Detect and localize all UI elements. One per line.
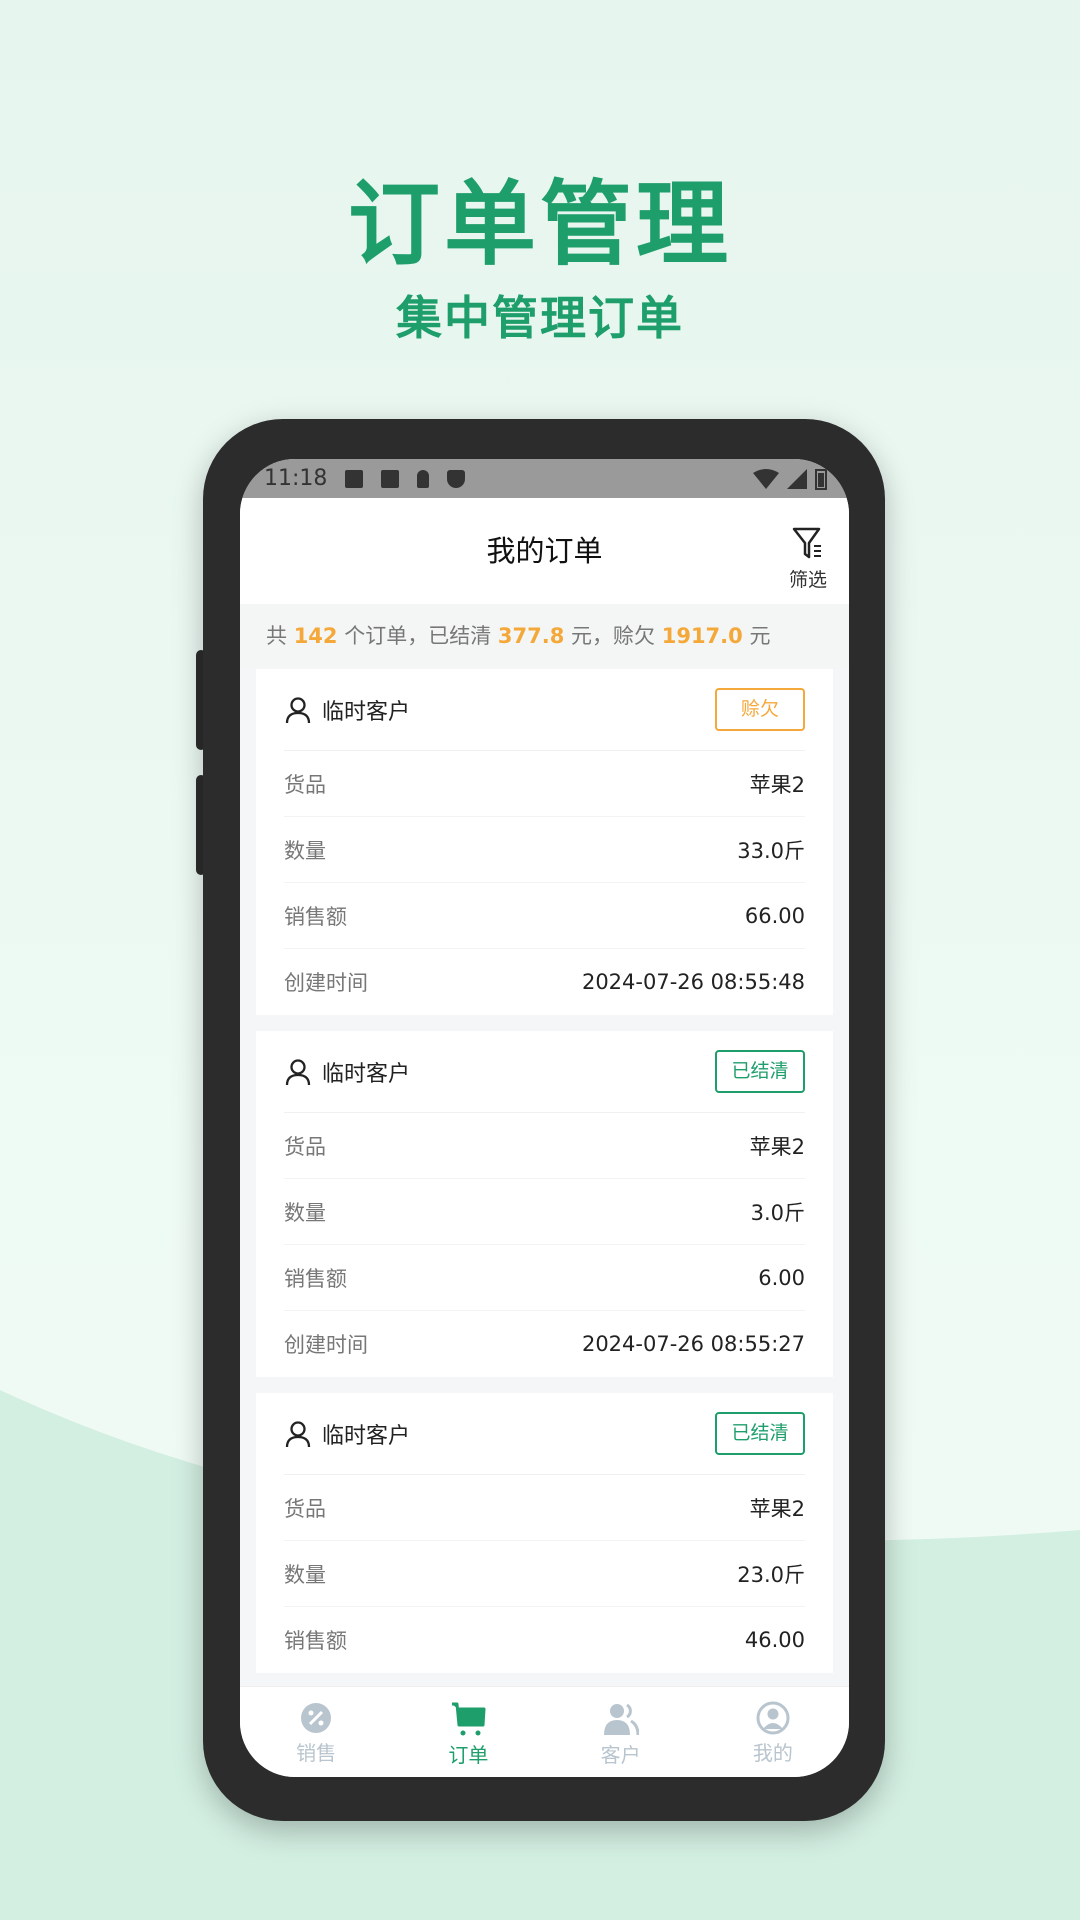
field-value: 6.00 <box>758 1265 805 1290</box>
field-value: 2024-07-26 08:55:27 <box>581 1332 805 1356</box>
field-value: 苹果2 <box>749 1496 805 1521</box>
order-field-amount: 销售额 66.00 <box>284 883 805 949</box>
status-badge: 已结清 <box>715 1412 805 1455</box>
nav-label: 客户 <box>600 1743 641 1767</box>
order-field-goods: 货品 苹果2 <box>284 751 805 817</box>
field-label: 销售额 <box>284 904 347 929</box>
bottom-nav: 销售 订单 客户 我的 <box>240 1686 849 1777</box>
order-count: 142 <box>293 624 338 648</box>
status-time: 11:18 <box>264 466 328 491</box>
field-value: 2024-07-26 08:55:48 <box>581 970 805 994</box>
summary-text: 元 <box>749 624 771 648</box>
status-badge: 已结清 <box>715 1050 805 1093</box>
order-field-qty: 数量 23.0斤 <box>284 1541 805 1607</box>
promo-title: 订单管理 <box>347 171 732 278</box>
order-field-created: 创建时间 2024-07-26 08:55:48 <box>284 949 805 1015</box>
order-field-goods: 货品 苹果2 <box>284 1475 805 1541</box>
customers-icon <box>603 1703 639 1736</box>
field-label: 货品 <box>284 772 326 797</box>
filter-icon <box>792 527 821 559</box>
order-card-header: 临时客户 赊欠 <box>284 669 805 751</box>
field-label: 货品 <box>284 1496 326 1521</box>
discount-badge-icon <box>301 1703 332 1733</box>
summary-text: 个订单，已结清 <box>344 624 492 648</box>
field-value: 33.0斤 <box>737 838 805 863</box>
nav-customers[interactable]: 客户 <box>545 1687 697 1777</box>
field-label: 销售额 <box>284 1629 347 1653</box>
order-card[interactable]: 临时客户 赊欠货品 苹果2 数量 33.0斤销售额 66.00 创建时间 2024-07-2… <box>256 669 833 1015</box>
battery-icon <box>815 468 827 490</box>
user-icon <box>285 1058 311 1085</box>
profile-icon <box>756 1701 790 1735</box>
field-label: 数量 <box>284 1200 326 1225</box>
summary-text: 元，赊欠 <box>571 624 656 648</box>
order-summary: 共 142 个订单，已结清 377.8 元，赊欠 1917.0 元 <box>240 604 849 669</box>
page-title: 我的订单 <box>486 534 603 568</box>
order-card[interactable]: 临时客户 已结清货品 苹果2 数量 23.0斤销售额 46.00 <box>256 1393 833 1673</box>
field-label: 货品 <box>284 1134 326 1159</box>
status-bar: 11:18 <box>240 459 849 498</box>
customer-name: 临时客户 <box>322 699 411 725</box>
nav-label: 我的 <box>752 1741 793 1765</box>
order-field-qty: 数量 3.0斤 <box>284 1179 805 1245</box>
customer-name: 临时客户 <box>322 1423 411 1449</box>
order-field-qty: 数量 33.0斤 <box>284 817 805 883</box>
nav-profile[interactable]: 我的 <box>697 1687 849 1777</box>
field-value: 23.0斤 <box>737 1562 805 1587</box>
image-icon <box>345 469 364 488</box>
nav-label: 销售 <box>296 1741 337 1765</box>
order-card-header: 临时客户 已结清 <box>284 1393 805 1475</box>
field-label: 数量 <box>284 1562 326 1587</box>
promo-subtitle: 集中管理订单 <box>396 291 684 345</box>
field-value: 66.00 <box>744 903 805 928</box>
filter-button[interactable]: 筛选 <box>789 526 827 592</box>
user-icon <box>285 1420 311 1447</box>
field-value: 3.0斤 <box>750 1200 805 1225</box>
nav-label: 订单 <box>448 1743 489 1767</box>
order-card[interactable]: 临时客户 已结清货品 苹果2 数量 3.0斤销售额 6.00 创建时间 2024-07-26… <box>256 1031 833 1377</box>
order-field-goods: 货品 苹果2 <box>284 1113 805 1179</box>
signal-icon <box>787 468 807 489</box>
status-badge: 赊欠 <box>715 688 805 731</box>
nav-orders[interactable]: 订单 <box>392 1687 544 1777</box>
font-icon <box>381 469 400 488</box>
field-label: 创建时间 <box>284 971 368 995</box>
app-header: 我的订单 筛选 <box>240 498 849 604</box>
order-field-created: 创建时间 2024-07-26 08:55:27 <box>284 1311 805 1377</box>
nav-sales[interactable]: 销售 <box>240 1687 392 1777</box>
wifi-icon <box>753 468 779 489</box>
field-value: 苹果2 <box>749 1134 805 1159</box>
shield-icon <box>447 469 466 488</box>
field-value: 苹果2 <box>749 772 805 797</box>
cart-icon <box>452 1702 486 1736</box>
user-icon <box>285 696 311 723</box>
keyhole-icon <box>417 469 430 488</box>
order-field-amount: 销售额 6.00 <box>284 1245 805 1311</box>
phone-screen: 11:18 我的订单 筛选 共 142 个订单，已结清 377.8 元，赊欠 1… <box>240 459 849 1777</box>
summary-text: 共 <box>266 624 287 648</box>
field-value: 46.00 <box>744 1628 805 1652</box>
order-field-amount: 销售额 46.00 <box>284 1607 805 1673</box>
field-label: 创建时间 <box>284 1333 368 1357</box>
field-label: 数量 <box>284 838 326 863</box>
filter-label: 筛选 <box>788 569 827 591</box>
owed-total: 1917.0 <box>661 624 743 648</box>
field-label: 销售额 <box>284 1266 347 1291</box>
customer-name: 临时客户 <box>322 1061 411 1087</box>
paid-total: 377.8 <box>497 624 565 648</box>
order-card-header: 临时客户 已结清 <box>284 1031 805 1113</box>
